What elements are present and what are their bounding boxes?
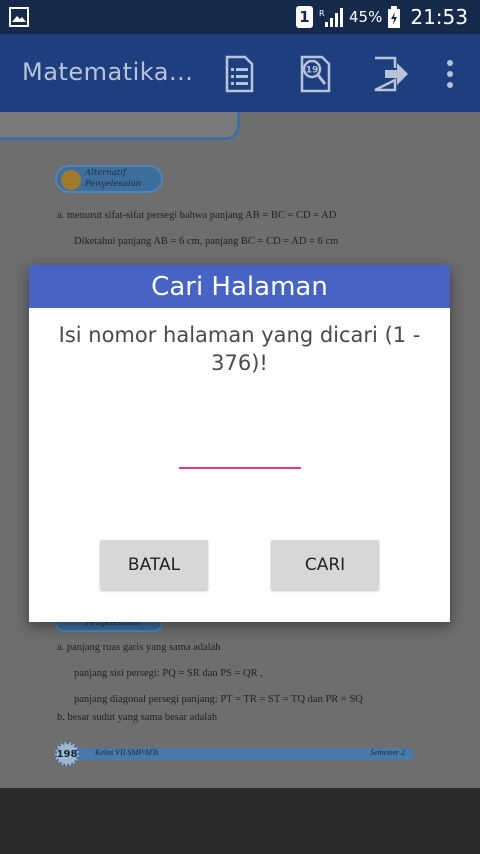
signal-icon: R — [319, 8, 344, 27]
warning-icon — [61, 170, 81, 190]
goto-page-icon[interactable]: 19 — [296, 54, 336, 94]
clock: 21:53 — [410, 5, 468, 29]
badge-text-1: Alternatif — [85, 168, 127, 178]
doc-line: b. besar sudut yang sama besar adalah — [57, 712, 218, 723]
page-number-input[interactable] — [179, 461, 301, 469]
doc-line: a. menurut sifat-sifat persegi bahwa pan… — [57, 210, 337, 221]
svg-text:R: R — [319, 9, 325, 18]
dialog-message: Isi nomor halaman yang dicari (1 - 376)! — [58, 323, 421, 375]
doc-line: a. panjang ruas garis yang sama adalah — [57, 642, 221, 653]
battery-percent: 45% — [349, 8, 383, 26]
goto-page-badge: 19 — [306, 66, 319, 76]
page-footer: 198 Kelas VII SMP/MTs Semester 2 — [55, 742, 413, 766]
doc-line: panjang diagonal persegi panjang: PT = T… — [74, 694, 363, 705]
exit-icon[interactable] — [371, 54, 411, 94]
overflow-menu-icon[interactable] — [430, 54, 470, 94]
dialog-title: Cari Halaman — [29, 265, 450, 308]
page-number: 198 — [55, 742, 79, 766]
battery-charging-icon — [388, 6, 401, 28]
search-button[interactable]: CARI — [271, 540, 379, 590]
cancel-button[interactable]: BATAL — [100, 540, 208, 590]
find-page-dialog: Cari Halaman Isi nomor halaman yang dica… — [29, 265, 450, 622]
doc-line: Diketahui panjang AB = 6 cm, panjang BC … — [74, 236, 339, 247]
page-list-icon[interactable] — [219, 54, 259, 94]
sim-slot-badge: 1 — [296, 6, 314, 28]
badge-text-2: Penyelesaian — [85, 179, 142, 189]
footer-right-text: Semester 2 — [370, 748, 405, 757]
app-bar: Matematika... 19 — [0, 34, 480, 112]
doc-line: panjang sisi persegi: PQ = SR dan PS = Q… — [74, 668, 263, 679]
page-header-tab — [0, 112, 240, 140]
gallery-notification-icon — [9, 7, 29, 27]
status-bar: 1 R 45% 21:53 — [0, 0, 480, 34]
bottom-area — [0, 788, 480, 854]
app-title: Matematika... — [22, 58, 194, 86]
section-badge: Alternatif Penyelesaian — [55, 165, 163, 193]
footer-left-text: Kelas VII SMP/MTs — [95, 748, 159, 757]
